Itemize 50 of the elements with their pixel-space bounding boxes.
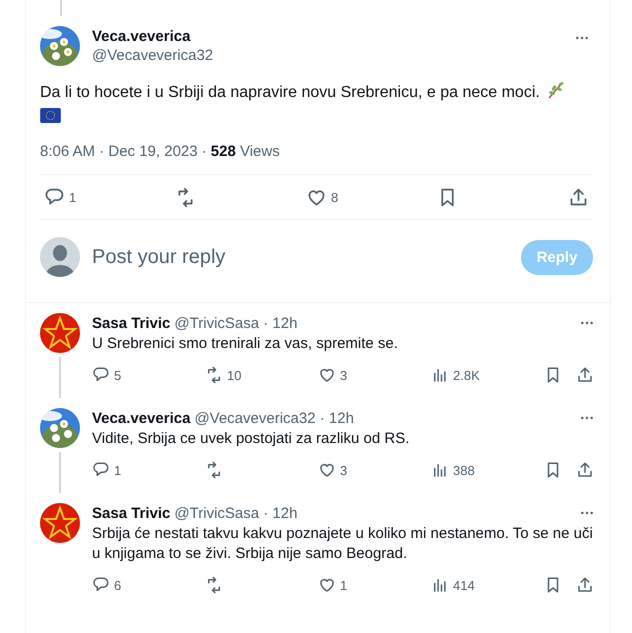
eu-flag-icon xyxy=(40,108,61,123)
star-avatar-icon[interactable] xyxy=(40,313,80,353)
more-icon[interactable] xyxy=(575,36,589,40)
leaf-icon xyxy=(546,80,566,100)
more-icon[interactable] xyxy=(580,321,594,325)
share-icon[interactable] xyxy=(568,186,589,208)
star-avatar-icon[interactable] xyxy=(40,503,80,543)
default-avatar-icon xyxy=(40,237,80,277)
timestamp[interactable]: 8:06 AM · Dec 19, 2023 · xyxy=(40,143,207,160)
reply-icon[interactable] xyxy=(44,186,65,208)
user-name[interactable]: Veca.veverica xyxy=(92,410,190,426)
action-count: 2.8K xyxy=(453,368,480,382)
tweet-text: Da li to hocete i u Srbiji da napravire novu Srebrenicu, e pa nece moci. xyxy=(40,84,540,101)
user-handle[interactable]: @TrivicSasa · 12h xyxy=(174,504,298,522)
action-count: 1 xyxy=(114,462,122,478)
reply-icon[interactable] xyxy=(92,366,110,384)
reply-icon[interactable] xyxy=(92,461,110,479)
repost-icon[interactable] xyxy=(205,366,223,384)
user-name[interactable]: Veca.veverica xyxy=(92,28,563,45)
action-count: 414 xyxy=(453,578,475,592)
reply-text: U Srebrenici smo trenirali za vas, spremite se. xyxy=(92,334,399,354)
share-icon[interactable] xyxy=(576,461,594,479)
user-name[interactable]: Sasa Trivic xyxy=(92,314,170,332)
action-count: 10 xyxy=(227,368,242,382)
action-count: 1 xyxy=(69,190,76,204)
heart-icon[interactable] xyxy=(318,461,336,479)
heart-icon[interactable] xyxy=(318,366,336,384)
share-icon[interactable] xyxy=(576,366,594,384)
view-count: 528 xyxy=(210,143,236,160)
repost-icon[interactable] xyxy=(205,576,223,594)
user-handle[interactable]: @TrivicSasa · 12h xyxy=(174,314,298,332)
more-icon[interactable] xyxy=(580,416,594,420)
heart-icon[interactable] xyxy=(318,576,336,594)
share-icon[interactable] xyxy=(576,576,594,594)
action-count: 388 xyxy=(453,462,475,478)
views-label: Views xyxy=(240,143,280,160)
action-count: 3 xyxy=(340,368,348,382)
action-count: 5 xyxy=(114,368,122,382)
action-count: 6 xyxy=(114,578,122,592)
user-handle[interactable]: @Vecaveverica32 xyxy=(92,47,563,64)
reply-text: Vidite, Srbija ce uvek postojati za razliku od RS. xyxy=(92,429,410,449)
action-count: 3 xyxy=(340,462,348,478)
reply-text: Srbija će nestati takvu kakvu poznajete u koliko mi nestanemo. To se ne uči u knjigama to se živi. Srbija nije samo Beograd. xyxy=(92,524,594,564)
user-name[interactable]: Sasa Trivic xyxy=(92,504,170,522)
more-icon[interactable] xyxy=(580,511,594,515)
reply-icon[interactable] xyxy=(92,576,110,594)
action-count: 1 xyxy=(340,578,348,592)
action-count: 8 xyxy=(331,190,338,204)
repost-icon[interactable] xyxy=(205,461,223,479)
user-handle[interactable]: @Vecaveverica32 · 12h xyxy=(194,410,354,426)
